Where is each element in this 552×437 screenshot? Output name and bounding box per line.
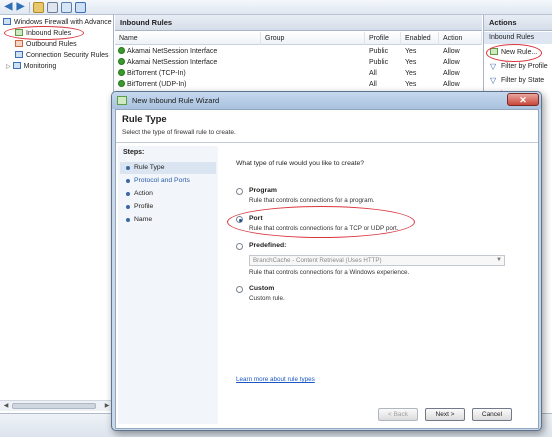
step-bullet-icon (126, 218, 130, 222)
action-filter-by-state[interactable]: ▽ Filter by State (490, 75, 544, 87)
divider (116, 142, 538, 143)
option-desc-program: Rule that controls connections for a pro… (249, 197, 375, 204)
tree-item-outbound-rules[interactable]: Outbound Rules (15, 40, 77, 50)
column-header-action[interactable]: Action (439, 32, 482, 45)
table-row[interactable]: BitTorrent (TCP-In) All Yes Allow (115, 68, 482, 79)
steps-title: Steps: (123, 149, 145, 156)
rule-type-question: What type of rule would you like to crea… (236, 160, 365, 167)
table-row[interactable]: Akamai NetSession Interface Public Yes A… (115, 57, 482, 68)
step-profile[interactable]: Profile (120, 201, 216, 213)
wizard-body: Rule Type Select the type of firewall ru… (115, 109, 539, 429)
toolbar-separator (29, 2, 30, 13)
close-button[interactable]: ✕ (507, 93, 539, 106)
column-header-enabled[interactable]: Enabled (401, 32, 439, 45)
rules-column-headers: Name Group Profile Enabled Action (115, 32, 482, 45)
tree-horizontal-scrollbar[interactable]: ◀ ▶ (0, 400, 113, 411)
learn-more-link[interactable]: Learn more about rule types (236, 376, 315, 383)
action-filter-by-profile[interactable]: ▽ Filter by Profile (490, 61, 548, 73)
step-bullet-icon (126, 179, 130, 183)
back-button[interactable]: < Back (378, 408, 418, 421)
cancel-button[interactable]: Cancel (472, 408, 512, 421)
outbound-rules-icon (15, 40, 23, 47)
option-label-predefined[interactable]: Predefined: (249, 242, 286, 249)
option-label-custom[interactable]: Custom (249, 285, 274, 292)
enabled-check-icon (118, 58, 125, 65)
wizard-window-title: New Inbound Rule Wizard (132, 96, 220, 105)
option-desc-predefined: Rule that controls connections for a Win… (249, 269, 410, 276)
forward-icon[interactable]: ▶ (15, 2, 26, 13)
toolbar: ◀ ▶ (0, 0, 552, 15)
scroll-left-icon[interactable]: ◀ (1, 401, 11, 411)
step-action[interactable]: Action (120, 188, 216, 200)
enabled-check-icon (118, 47, 125, 54)
help-icon[interactable] (75, 2, 86, 13)
up-icon[interactable] (33, 2, 44, 13)
radio-predefined[interactable] (236, 243, 243, 250)
annotation-oval-inbound-rules (4, 26, 84, 40)
radio-custom[interactable] (236, 286, 243, 293)
radio-program[interactable] (236, 188, 243, 195)
next-button[interactable]: Next > (425, 408, 465, 421)
table-row[interactable]: Akamai NetSession Interface Public Yes A… (115, 46, 482, 57)
console-tree: Windows Firewall with Advance Inbound Ru… (0, 15, 114, 413)
option-desc-custom: Custom rule. (249, 295, 285, 302)
step-bullet-icon (126, 166, 130, 170)
wizard-subheading: Select the type of firewall rule to crea… (122, 129, 236, 136)
annotation-oval-port-option (227, 206, 415, 238)
filter-icon: ▽ (490, 76, 497, 85)
connection-security-icon (15, 51, 23, 58)
expand-arrow-icon[interactable]: ▷ (6, 64, 11, 70)
tree-item-connection-security[interactable]: Connection Security Rules (15, 51, 109, 61)
step-bullet-icon (126, 205, 130, 209)
show-hide-tree-icon[interactable] (47, 2, 58, 13)
wizard-content: What type of rule would you like to crea… (222, 146, 536, 424)
wizard-title-bar[interactable]: New Inbound Rule Wizard ✕ (112, 92, 541, 109)
step-bullet-icon (126, 192, 130, 196)
enabled-check-icon (118, 80, 125, 87)
step-protocol-ports[interactable]: Protocol and Ports (120, 175, 216, 187)
wizard-header: Rule Type Select the type of firewall ru… (116, 110, 538, 140)
monitoring-icon (12, 62, 21, 69)
option-label-program[interactable]: Program (249, 187, 277, 194)
predefined-rule-select[interactable]: BranchCache - Content Retrieval (Uses HT… (249, 255, 505, 266)
wizard-app-icon (117, 96, 127, 105)
actions-section-header[interactable]: Inbound Rules (484, 32, 552, 44)
firewall-icon (3, 18, 11, 25)
column-header-name[interactable]: Name (115, 32, 261, 45)
scrollbar-thumb[interactable] (12, 403, 96, 409)
wizard-steps: Steps: Rule Type Protocol and Ports Acti… (118, 146, 218, 424)
rules-panel-title: Inbound Rules (115, 15, 482, 31)
step-name[interactable]: Name (120, 214, 216, 226)
annotation-oval-new-rule (486, 44, 542, 62)
new-inbound-rule-wizard: New Inbound Rule Wizard ✕ Rule Type Sele… (111, 91, 542, 431)
actions-panel-title: Actions (484, 15, 552, 31)
filter-icon: ▽ (490, 62, 497, 71)
properties-icon[interactable] (61, 2, 72, 13)
column-header-profile[interactable]: Profile (365, 32, 401, 45)
wizard-heading: Rule Type (122, 114, 167, 125)
wizard-buttons: < Back Next > Cancel (378, 408, 538, 424)
table-row[interactable]: BitTorrent (UDP-In) All Yes Allow (115, 79, 482, 90)
column-header-group[interactable]: Group (261, 32, 365, 45)
back-icon[interactable]: ◀ (3, 2, 14, 13)
enabled-check-icon (118, 69, 125, 76)
chevron-down-icon: ▼ (496, 257, 502, 263)
step-rule-type[interactable]: Rule Type (120, 162, 216, 174)
tree-item-monitoring[interactable]: ▷ Monitoring (6, 62, 56, 72)
